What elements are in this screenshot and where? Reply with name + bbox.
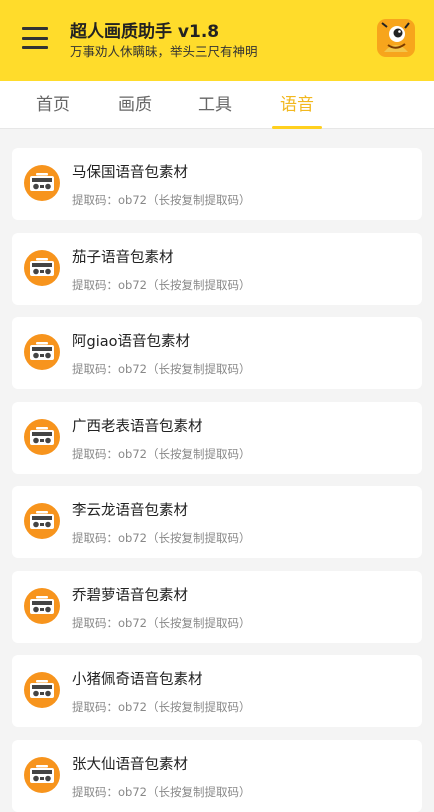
radio-cassette-icon <box>24 249 60 286</box>
list-item[interactable]: 小猪佩奇语音包素材 提取码：ob72（长按复制提取码） <box>12 655 422 727</box>
radio-cassette-icon <box>24 334 60 370</box>
item-extract-code: 提取码：ob72（长按复制提取码） <box>72 362 251 376</box>
item-extract-code: 提取码：ob72（长按复制提取码） <box>72 277 251 292</box>
item-extract-code: 提取码：ob72（长按复制提取码） <box>72 784 251 799</box>
hamburger-menu-icon[interactable] <box>22 27 48 49</box>
item-extract-code: 提取码：ob72（长按复制提取码） <box>72 700 251 714</box>
list-item[interactable]: 乔碧萝语音包素材 提取码：ob72（长按复制提取码） <box>12 570 422 643</box>
list-item[interactable]: 马保国语音包素材 提取码：ob72（长按复制提取码） <box>12 148 422 220</box>
tab-label: 首页 <box>36 95 70 115</box>
list-item[interactable]: 阿giao语音包素材 提取码：ob72（长按复制提取码） <box>12 317 422 389</box>
monster-logo-icon <box>377 19 415 57</box>
tab-bar: 首页 画质 工具 语音 <box>0 81 434 129</box>
tab-label: 画质 <box>118 95 152 115</box>
active-tab-indicator <box>272 126 322 129</box>
tab-quality[interactable]: 画质 <box>106 81 164 129</box>
item-title: 小猪佩奇语音包素材 <box>72 672 203 688</box>
tab-home[interactable]: 首页 <box>24 81 82 129</box>
item-extract-code: 提取码：ob72（长按复制提取码） <box>72 193 251 207</box>
list-item[interactable]: 广西老表语音包素材 提取码：ob72（长按复制提取码） <box>12 401 422 474</box>
radio-cassette-icon <box>24 672 60 708</box>
tab-label: 工具 <box>198 95 232 115</box>
app-bar: 超人画质助手 v1.8 万事劝人休瞒昧，举头三尺有神明 <box>0 0 434 81</box>
radio-cassette-icon <box>24 418 60 455</box>
item-title: 张大仙语音包素材 <box>72 756 188 773</box>
radio-cassette-icon <box>24 503 60 539</box>
item-title: 茄子语音包素材 <box>72 249 174 266</box>
item-extract-code: 提取码：ob72（长按复制提取码） <box>72 531 251 545</box>
radio-cassette-icon <box>24 587 60 624</box>
list-item[interactable]: 张大仙语音包素材 提取码：ob72（长按复制提取码） <box>12 739 422 812</box>
tab-tools[interactable]: 工具 <box>186 81 244 129</box>
item-title: 李云龙语音包素材 <box>72 503 188 519</box>
item-title: 阿giao语音包素材 <box>72 334 190 350</box>
radio-cassette-icon <box>24 756 60 793</box>
item-title: 广西老表语音包素材 <box>72 418 203 435</box>
app-title: 超人画质助手 v1.8 <box>70 22 220 42</box>
tab-voice[interactable]: 语音 <box>272 81 322 129</box>
radio-cassette-icon <box>24 165 60 201</box>
item-extract-code: 提取码：ob72（长按复制提取码） <box>72 446 251 461</box>
item-extract-code: 提取码：ob72（长按复制提取码） <box>72 615 251 630</box>
item-title: 马保国语音包素材 <box>72 165 188 181</box>
list-item[interactable]: 李云龙语音包素材 提取码：ob72（长按复制提取码） <box>12 486 422 558</box>
item-title: 乔碧萝语音包素材 <box>72 587 188 604</box>
list-item[interactable]: 茄子语音包素材 提取码：ob72（长按复制提取码） <box>12 232 422 305</box>
app-subtitle: 万事劝人休瞒昧，举头三尺有神明 <box>70 44 258 59</box>
tab-label: 语音 <box>280 95 314 115</box>
